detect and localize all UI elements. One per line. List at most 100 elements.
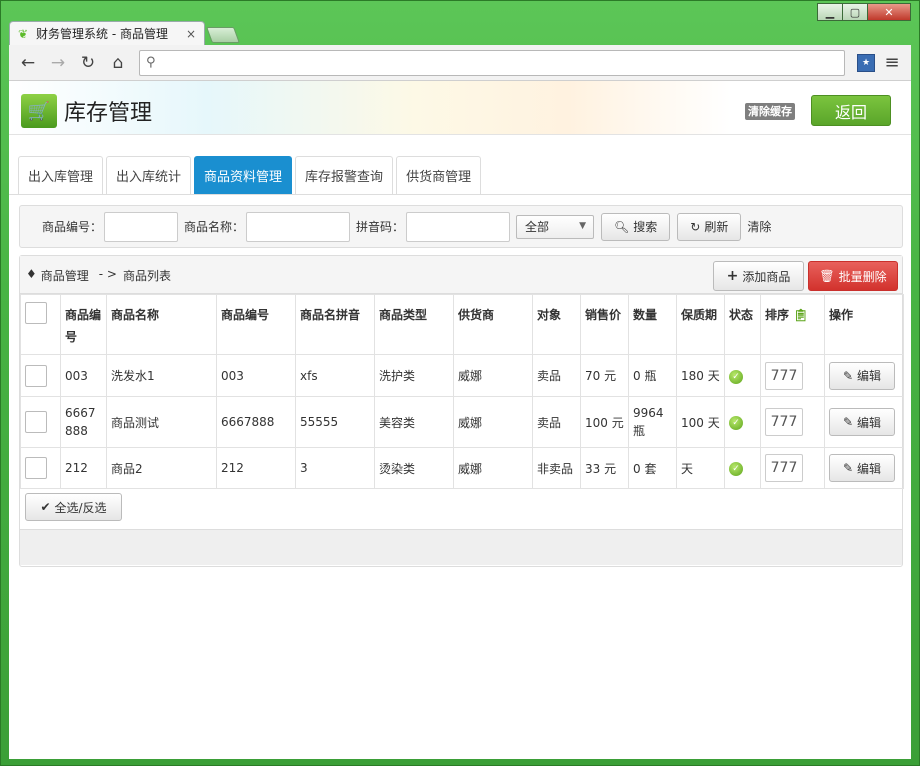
edit-button[interactable]: ✎ 编辑: [829, 454, 895, 482]
row-checkbox[interactable]: [25, 411, 47, 433]
clear-link[interactable]: 清除: [747, 218, 771, 235]
col-sort-label: 排序: [765, 308, 790, 322]
bookmark-star-icon[interactable]: ★: [857, 53, 875, 72]
status-check-icon[interactable]: ✓: [729, 416, 743, 430]
select-all-label: 全选/反选: [54, 500, 107, 515]
cart-logo-icon: 🛒: [21, 94, 57, 128]
row-checkbox[interactable]: [25, 364, 47, 387]
tab-close-icon[interactable]: ×: [186, 27, 196, 41]
cell-target: 卖品: [532, 396, 581, 448]
add-product-button[interactable]: + 添加商品: [713, 261, 804, 291]
address-input[interactable]: [161, 55, 838, 70]
sort-clipboard-icon[interactable]: 📋︎: [793, 308, 808, 322]
browser-toolbar: ← → ↻ ⌂ ⚲ ★ ≡: [9, 45, 911, 81]
plus-icon: +: [726, 268, 739, 284]
sort-input[interactable]: 777: [765, 408, 803, 436]
add-product-label: 添加商品: [742, 269, 791, 284]
breadcrumb-root[interactable]: 商品管理: [41, 267, 89, 284]
sort-input[interactable]: 777: [765, 361, 803, 390]
cell-name: 商品测试: [106, 396, 217, 448]
row-checkbox[interactable]: [25, 457, 47, 479]
maximize-button[interactable]: ▢: [842, 3, 868, 21]
cell-type: 洗护类: [374, 354, 454, 397]
cell-target: 卖品: [532, 354, 581, 397]
tab-stock-stats[interactable]: 出入库统计: [106, 156, 192, 194]
category-select-value: 全部: [525, 220, 550, 234]
forward-arrow-icon[interactable]: →: [45, 50, 71, 76]
menu-icon[interactable]: ≡: [879, 50, 905, 76]
cell-name: 商品2: [106, 447, 217, 489]
cell-shelf: 天: [676, 447, 725, 489]
browser-window: ▁ ▢ ✕ ❦ 财务管理系统 - 商品管理 × ← → ↻ ⌂ ⚲ ★ ≡ 🛒 …: [0, 0, 920, 766]
table-row: 003 洗发水1 003 xfs 洗护类 威娜 卖品 70 元 0 瓶 180 …: [20, 354, 904, 397]
page-title: 库存管理: [64, 101, 153, 126]
refresh-button-label: 刷新: [704, 220, 729, 234]
browser-tab-title: 财务管理系统 - 商品管理: [36, 27, 168, 41]
col-supplier: 供货商: [453, 294, 533, 355]
cell-shelf: 180 天: [676, 354, 725, 397]
product-name-input[interactable]: [246, 211, 351, 242]
cell-supplier: 威娜: [453, 447, 533, 489]
status-check-icon[interactable]: ✓: [729, 369, 743, 384]
back-button[interactable]: 返回: [811, 95, 891, 126]
col-name: 商品名称: [106, 294, 217, 355]
cell-qty: 9964 瓶: [628, 396, 677, 448]
table-row: 212 商品2 212 3 烫染类 威娜 非卖品 33 元 0 套 天 ✓ 77…: [20, 447, 904, 489]
browser-tab[interactable]: ❦ 财务管理系统 - 商品管理 ×: [9, 21, 205, 45]
col-qty: 数量: [628, 294, 677, 355]
reload-icon[interactable]: ↻: [75, 50, 101, 76]
refresh-button[interactable]: ↻ 刷新: [677, 212, 742, 241]
product-list-panel: ♦ 商品管理 - > 商品列表 + 添加商品 🗑︎ 批量删除 商品编号 商品名称…: [19, 255, 904, 567]
cell-type: 烫染类: [374, 447, 454, 489]
cell-code2: 003: [216, 354, 296, 397]
edit-icon: ✎: [842, 461, 854, 475]
cell-type: 美容类: [374, 396, 454, 448]
edit-button[interactable]: ✎ 编辑: [829, 408, 895, 436]
col-shelf: 保质期: [676, 294, 725, 355]
status-check-icon[interactable]: ✓: [729, 462, 743, 476]
breadcrumb-current: 商品列表: [122, 269, 171, 283]
search-button[interactable]: 🔍︎ 搜索: [601, 212, 671, 241]
back-arrow-icon[interactable]: ←: [15, 50, 41, 76]
table-header-row: 商品编号 商品名称 商品编号 商品名拼音 商品类型 供货商 对象 销售价 数量 …: [20, 294, 904, 355]
close-window-button[interactable]: ✕: [867, 3, 911, 21]
new-tab-button[interactable]: [206, 27, 240, 43]
cell-code: 212: [60, 447, 107, 489]
header-checkbox[interactable]: [25, 301, 47, 324]
tab-stock-alert[interactable]: 库存报警查询: [295, 156, 394, 194]
cell-qty: 0 瓶: [628, 354, 677, 397]
col-sort[interactable]: 排序 📋︎: [760, 294, 825, 355]
tab-supplier[interactable]: 供货商管理: [396, 156, 482, 194]
main-tabs: 出入库管理 出入库统计 商品资料管理 库存报警查询 供货商管理: [18, 156, 482, 194]
cell-pinyin: 3: [295, 447, 375, 489]
product-code-input[interactable]: [104, 211, 179, 242]
leaf-favicon-icon: ❦: [18, 26, 29, 41]
product-name-label: 商品名称：: [184, 220, 245, 234]
clear-cache-button[interactable]: 清除缓存: [745, 103, 795, 120]
cell-supplier: 威娜: [453, 354, 533, 397]
col-type: 商品类型: [374, 294, 454, 355]
home-icon[interactable]: ⌂: [105, 50, 131, 76]
refresh-icon: ↻: [690, 219, 701, 234]
cell-qty: 0 套: [628, 447, 677, 489]
select-all-button[interactable]: ✔ 全选/反选: [25, 493, 122, 521]
category-select[interactable]: 全部 ▼: [516, 214, 595, 239]
product-code-label: 商品编号：: [42, 220, 103, 234]
batch-delete-label: 批量删除: [838, 269, 887, 284]
tab-product-info[interactable]: 商品资料管理: [194, 156, 293, 194]
address-bar[interactable]: ⚲: [139, 49, 845, 76]
batch-delete-button[interactable]: 🗑︎ 批量删除: [808, 261, 898, 291]
sort-input[interactable]: 777: [765, 454, 803, 482]
list-header: ♦ 商品管理 - > 商品列表 + 添加商品 🗑︎ 批量删除: [20, 256, 902, 294]
edit-label: 编辑: [857, 415, 882, 430]
check-icon: ✔: [40, 500, 51, 514]
cell-target: 非卖品: [532, 447, 581, 489]
minimize-button[interactable]: ▁: [817, 3, 843, 21]
page-content: 🛒 库存管理 清除缓存 返回 出入库管理 出入库统计 商品资料管理 库存报警查询…: [9, 81, 911, 759]
cell-name: 洗发水1: [106, 354, 217, 397]
breadcrumb-separator: - >: [98, 267, 117, 281]
pinyin-input[interactable]: [406, 211, 511, 242]
cell-pinyin: xfs: [295, 354, 375, 397]
edit-button[interactable]: ✎ 编辑: [829, 361, 895, 390]
tab-stock-inout[interactable]: 出入库管理: [18, 156, 104, 194]
